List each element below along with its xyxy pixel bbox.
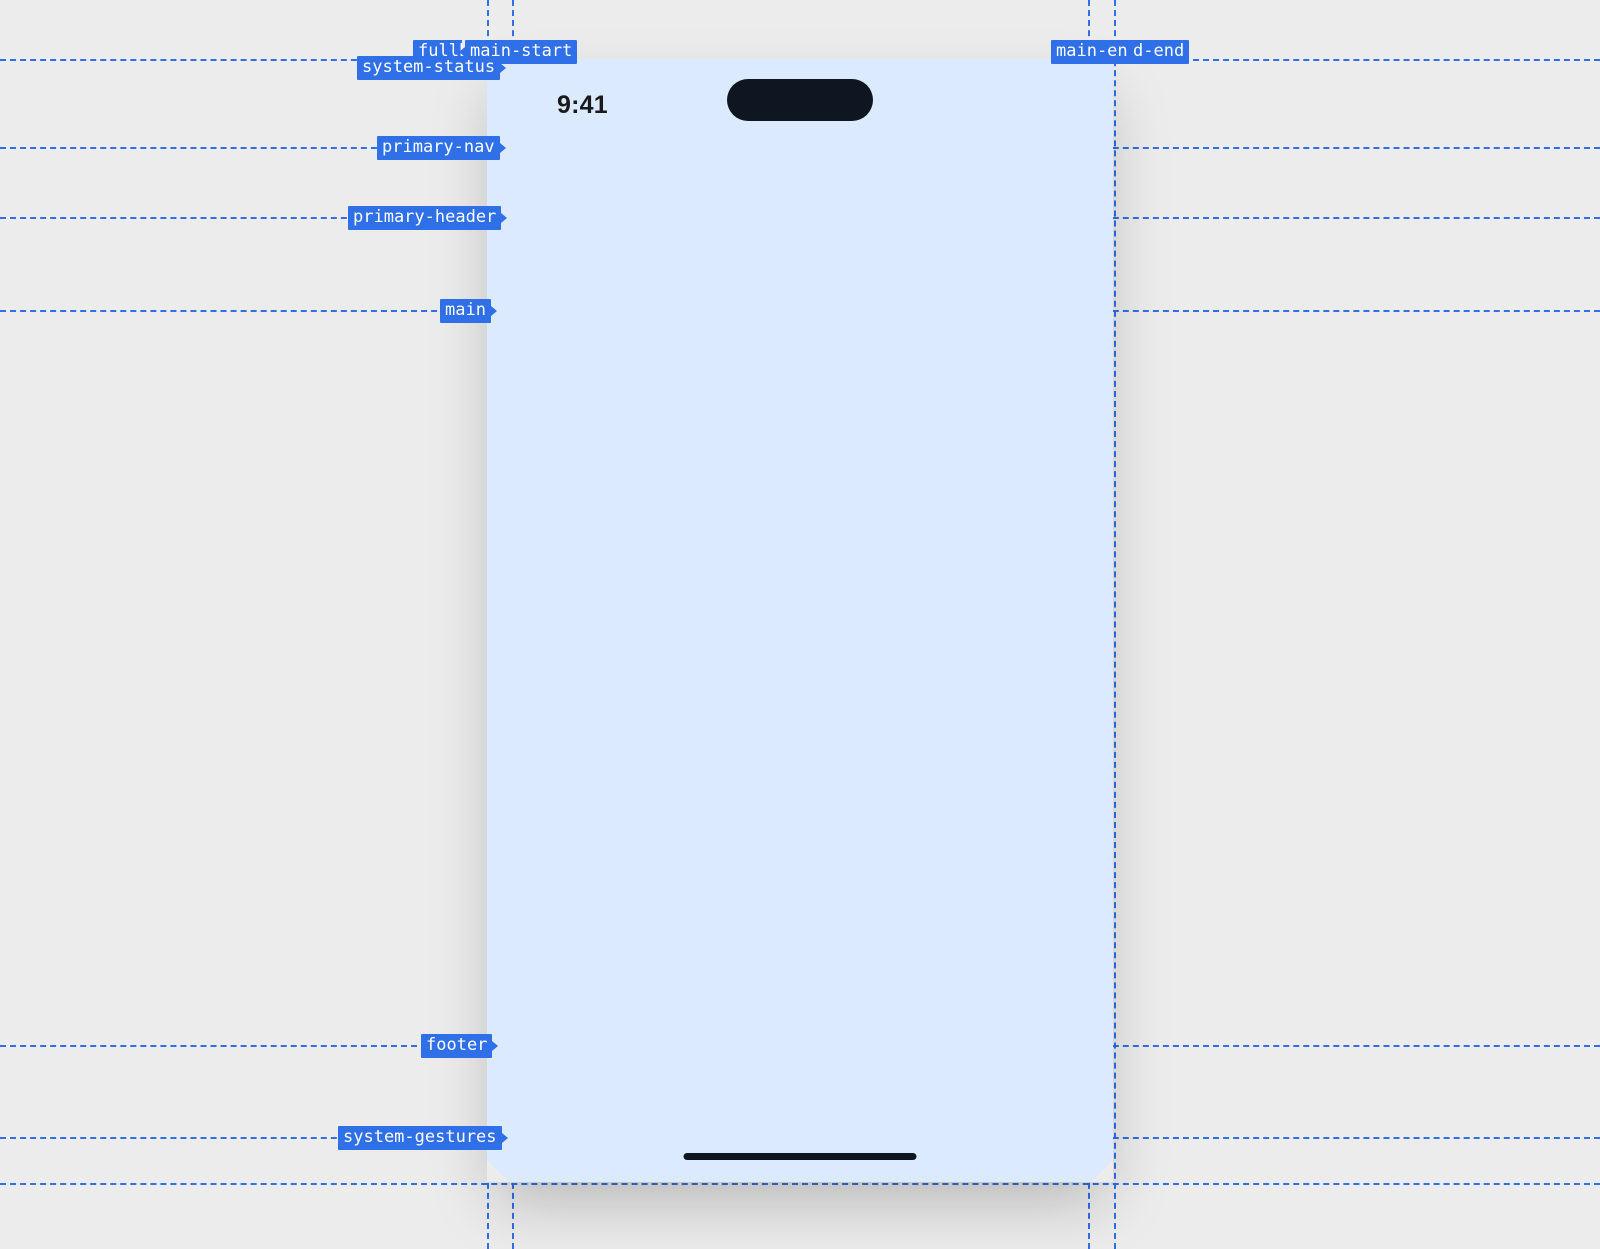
corner-cut-br — [1091, 1160, 1113, 1182]
label-system-status: system-status — [357, 56, 500, 80]
label-main: main — [440, 299, 491, 323]
device-frame: 9:41 — [487, 59, 1113, 1182]
dynamic-island — [727, 79, 873, 121]
corner-cut-bl — [487, 1160, 509, 1182]
label-footer: footer — [421, 1034, 492, 1058]
label-primary-nav: primary-nav — [377, 136, 500, 160]
label-fullbleed-end-visible: d-end — [1128, 40, 1189, 64]
guide-fullbleed-end — [1114, 0, 1116, 1249]
guide-bottom — [0, 1183, 1600, 1185]
label-system-gestures: system-gestures — [338, 1126, 502, 1150]
home-indicator[interactable] — [684, 1153, 917, 1160]
status-time: 9:41 — [557, 91, 608, 120]
label-primary-header: primary-header — [348, 206, 501, 230]
